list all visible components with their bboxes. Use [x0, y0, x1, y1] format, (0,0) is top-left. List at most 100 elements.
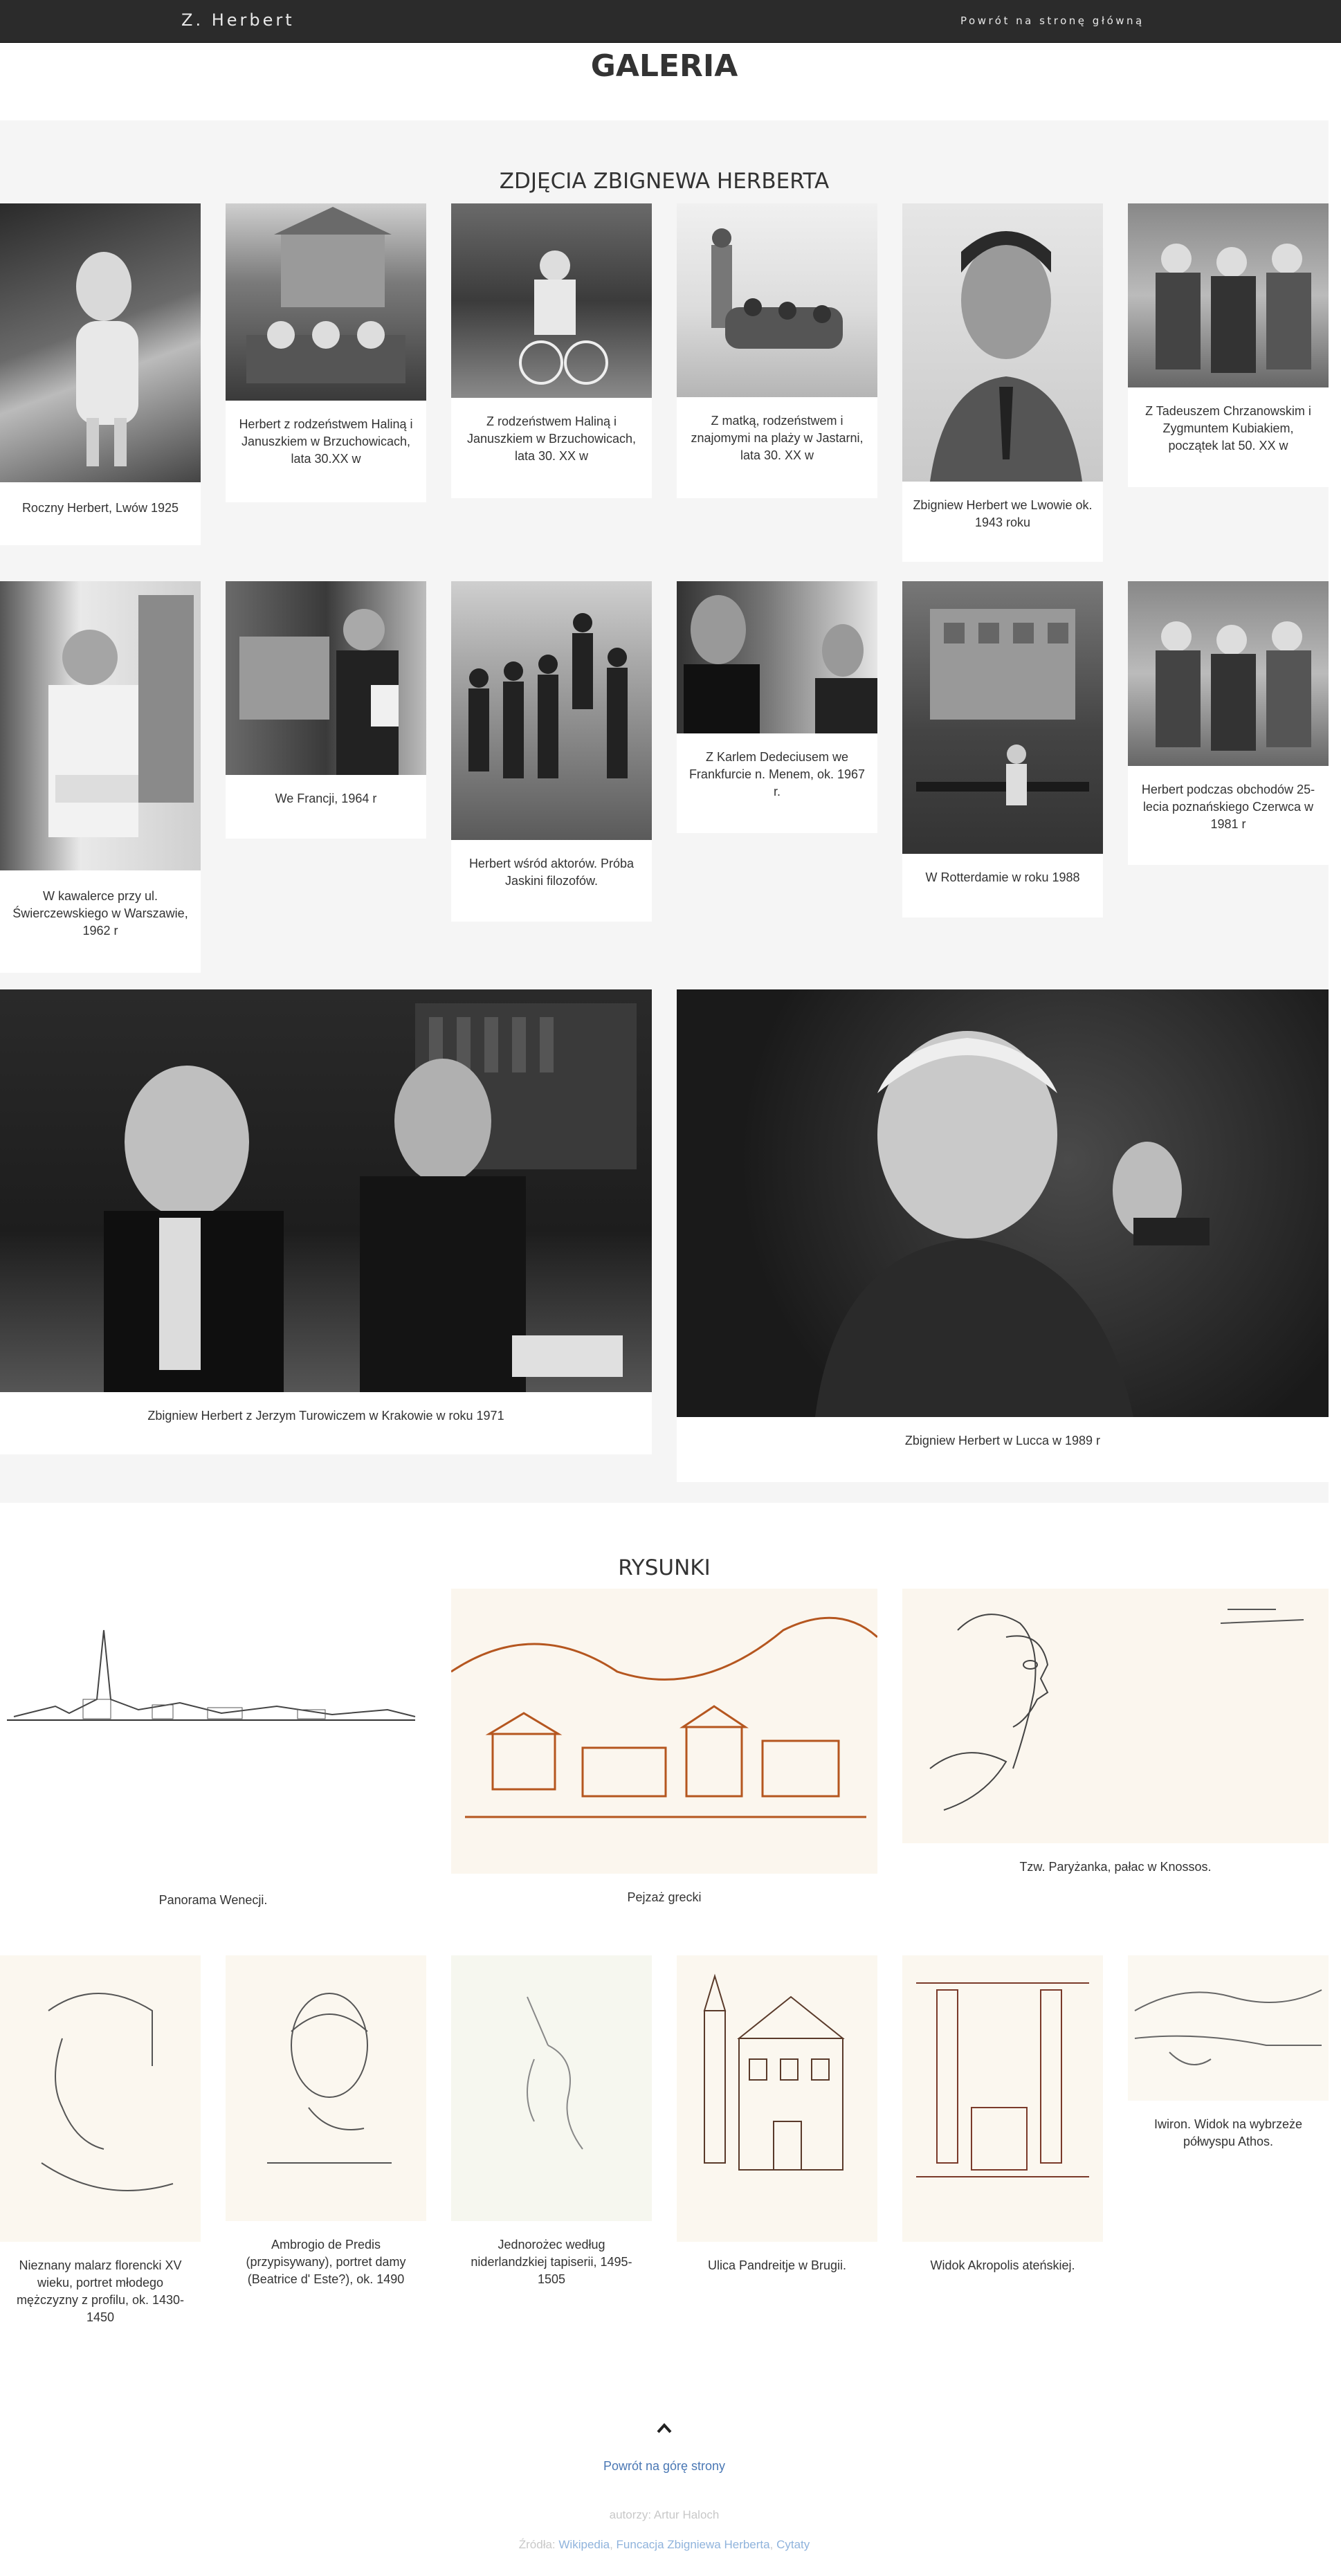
top-navbar: Z. Herbert Powrót na stronę główną [0, 0, 1341, 43]
venice-panorama-drawing [7, 1629, 416, 1721]
photo-card[interactable]: We Francji, 1964 r [226, 581, 426, 839]
drawing-image[interactable] [226, 1955, 426, 2221]
drawing-image[interactable] [677, 1955, 877, 2242]
photo-card[interactable]: Zbigniew Herbert w Lucca w 1989 r [677, 989, 1329, 1482]
beach-photo [711, 228, 843, 349]
photo-caption: Z rodzeństwem Haliną i Januszkiem w Brzu… [466, 414, 637, 463]
drawing-caption: Iwiron. Widok na wybrzeże półwyspu Athos… [1153, 2117, 1303, 2148]
drawings-section-title: RYSUNKI [618, 1555, 711, 1580]
acropolis-drawing [916, 1982, 1089, 2177]
florentine-portrait-drawing [41, 1993, 174, 2191]
photo-card[interactable]: Z rodzeństwem Haliną i Januszkiem w Brzu… [451, 203, 652, 498]
drawing-image[interactable] [451, 1589, 877, 1874]
authors-text: autorzy: Artur Haloch [609, 2508, 720, 2521]
photo-card[interactable]: Zbigniew Herbert z Jerzym Turowiczem w K… [0, 989, 652, 1454]
drawing-card[interactable]: Iwiron. Widok na wybrzeże półwyspu Athos… [1128, 1955, 1329, 2163]
drawing-image[interactable] [1128, 1955, 1329, 2101]
photo-image[interactable] [902, 203, 1103, 482]
drawing-caption: Widok Akropolis ateńskiej. [930, 2258, 1075, 2272]
drawing-card[interactable]: Panorama Wenecji. [0, 1589, 426, 1910]
photo-card[interactable]: Roczny Herbert, Lwów 1925 [0, 203, 201, 545]
photo-card[interactable]: Z Tadeuszem Chrzanowskim i Zygmuntem Kub… [1128, 203, 1329, 487]
photo-image[interactable] [1128, 581, 1329, 766]
drawing-caption: Ambrogio de Predis (przypisywany), portr… [246, 2238, 406, 2286]
photo-caption: Z Tadeuszem Chrzanowskim i Zygmuntem Kub… [1145, 404, 1311, 453]
drawing-card[interactable]: Pejzaż grecki [451, 1589, 877, 1911]
photo-image[interactable] [226, 581, 426, 775]
apartment-photo [48, 595, 194, 837]
photo-caption: Herbert z rodzeństwem Haliną i Januszkie… [239, 417, 413, 466]
back-to-top-link[interactable]: Powrót na górę strony [0, 2459, 1329, 2474]
photo-card[interactable]: Z Karlem Dedeciusem we Frankfurcie n. Me… [677, 581, 877, 833]
drawing-card[interactable]: Ambrogio de Predis (przypisywany), portr… [226, 1955, 426, 2301]
photo-image[interactable] [677, 203, 877, 397]
source-link-wikipedia[interactable]: Wikipedia [558, 2538, 610, 2551]
source-link-foundation[interactable]: Funcacja Zbigniewa Herberta [617, 2538, 770, 2551]
photo-caption: W kawalerce przy ul. Świerczewskiego w W… [12, 889, 188, 938]
photo-caption: Zbigniew Herbert we Lwowie ok. 1943 roku [913, 498, 1093, 529]
bruges-street-drawing [703, 1973, 845, 2171]
drawing-image[interactable] [0, 1955, 201, 2242]
drawing-caption: Panorama Wenecji. [158, 1893, 268, 1907]
sources-label: Źródła: [518, 2538, 556, 2551]
dedecius-photo [684, 595, 877, 733]
drawing-card[interactable]: Jednorożec według niderlandzkiej tapiser… [451, 1955, 652, 2301]
home-link[interactable]: Powrót na stronę główną [960, 15, 1144, 27]
drawing-image[interactable] [0, 1589, 426, 1886]
turowicz-photo [104, 1003, 637, 1392]
drawing-image[interactable] [451, 1955, 652, 2221]
drawing-card[interactable]: Widok Akropolis ateńskiej. [902, 1955, 1103, 2297]
drawing-image[interactable] [902, 1955, 1103, 2242]
photo-image[interactable] [451, 203, 652, 398]
chevron-up-icon[interactable] [654, 2418, 675, 2439]
photo-card[interactable]: W kawalerce przy ul. Świerczewskiego w W… [0, 581, 201, 973]
drawing-caption: Tzw. Paryżanka, pałac w Knossos. [1019, 1860, 1212, 1874]
photo-image[interactable] [0, 581, 201, 870]
drawing-caption: Ulica Pandreitje w Brugii. [707, 2258, 847, 2272]
child-photo [76, 252, 138, 466]
drawing-card[interactable]: Ulica Pandreitje w Brugii. [677, 1955, 877, 2297]
czerwiec-photo [1156, 621, 1311, 751]
photo-card[interactable]: Zbigniew Herbert we Lwowie ok. 1943 roku [902, 203, 1103, 562]
photo-image[interactable] [0, 989, 652, 1392]
photo-card[interactable]: Herbert z rodzeństwem Haliną i Januszkie… [226, 203, 426, 502]
photo-card[interactable]: Herbert podczas obchodów 25-lecia poznań… [1128, 581, 1329, 865]
photo-image[interactable] [1128, 203, 1329, 387]
photo-caption: Z matką, rodzeństwem i znajomymi na plaż… [691, 414, 864, 462]
photos-section-title: ZDJĘCIA ZBIGNEWA HERBERTA [499, 169, 830, 194]
photo-caption: Roczny Herbert, Lwów 1925 [21, 501, 179, 515]
unicorn-drawing [527, 1996, 583, 2150]
portrait-photo [930, 231, 1082, 482]
photo-caption: Zbigniew Herbert z Jerzym Turowiczem w K… [147, 1409, 504, 1423]
sources-line: Źródła: Wikipedia, Funcacja Zbigniewa He… [518, 2538, 810, 2551]
drawing-image[interactable] [902, 1589, 1329, 1843]
photo-image[interactable] [0, 203, 201, 482]
lucca-photo [815, 1031, 1210, 1417]
photo-caption: Zbigniew Herbert w Lucca w 1989 r [904, 1434, 1101, 1447]
photo-caption: W Rotterdamie w roku 1988 [925, 870, 1080, 884]
drawing-card[interactable]: Nieznany malarz florencki XV wieku, port… [0, 1955, 201, 2343]
photo-image[interactable] [902, 581, 1103, 854]
house-photo [246, 207, 405, 383]
brand-link[interactable]: Z. Herbert [181, 10, 295, 30]
photo-card[interactable]: W Rotterdamie w roku 1988 [902, 581, 1103, 917]
rotterdam-photo [916, 609, 1089, 805]
athos-coast-drawing [1134, 1989, 1322, 2065]
source-link-quotes[interactable]: Cytaty [776, 2538, 810, 2551]
photo-image[interactable] [451, 581, 652, 840]
drawing-caption: Jednorożec według niderlandzkiej tapiser… [471, 2238, 632, 2286]
photo-image[interactable] [677, 989, 1329, 1417]
photo-card[interactable]: Z matką, rodzeństwem i znajomymi na plaż… [677, 203, 877, 498]
three-men-photo [1156, 244, 1311, 373]
photo-card[interactable]: Herbert wśród aktorów. Próba Jaskini fil… [451, 581, 652, 922]
page-title: GALERIA [590, 48, 738, 84]
photo-image[interactable] [226, 203, 426, 401]
france-photo [239, 609, 399, 775]
predis-portrait-drawing [267, 1993, 392, 2164]
photo-image[interactable] [677, 581, 877, 733]
greek-landscape-drawing [451, 1616, 877, 1818]
drawing-caption: Pejzaż grecki [627, 1890, 702, 1904]
photo-caption: We Francji, 1964 r [275, 792, 377, 805]
drawing-card[interactable]: Tzw. Paryżanka, pałac w Knossos. [902, 1589, 1329, 1893]
photo-caption: Z Karlem Dedeciusem we Frankfurcie n. Me… [688, 750, 866, 798]
